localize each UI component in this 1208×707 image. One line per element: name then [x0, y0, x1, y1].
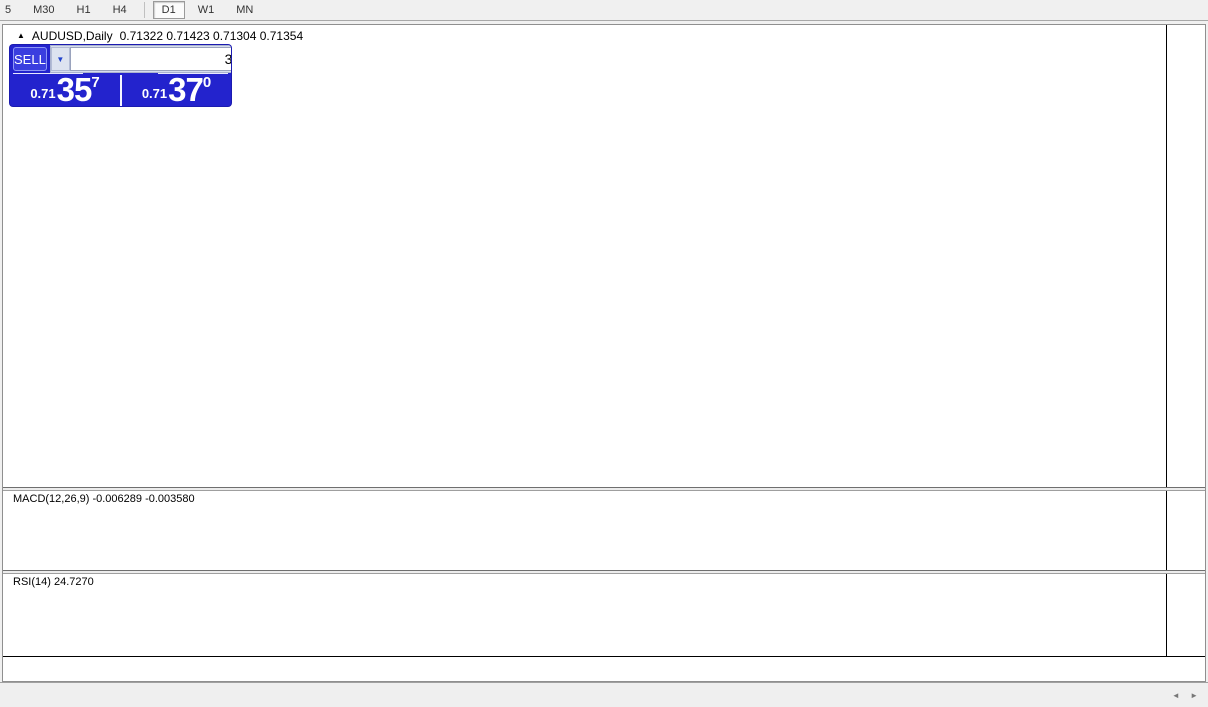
macd-pane-splitter[interactable] [3, 487, 1205, 491]
chart-ohlc-values: 0.71322 0.71423 0.71304 0.71354 [119, 29, 304, 43]
price-axis-border [1166, 25, 1167, 656]
timeframe-button-m30[interactable]: M30 [24, 1, 63, 19]
timeframe-button-mn[interactable]: MN [227, 1, 262, 19]
collapse-arrow-icon[interactable]: ▲ [17, 31, 25, 40]
chart-tab-bar: ◄ ► [0, 682, 1208, 707]
timeframe-button-w1[interactable]: W1 [189, 1, 224, 19]
sell-price-pip: 7 [91, 74, 100, 91]
tab-scroll-arrows: ◄ ► [1172, 691, 1202, 700]
trading-platform-window: 5 M30 H1 H4 D1 W1 MN ▲ AUDUSD,Daily 0.71322 0.… [0, 0, 1208, 707]
macd-indicator-label: MACD(12,26,9) -0.006289 -0.003580 [13, 493, 195, 505]
sell-button[interactable]: SELL [13, 47, 47, 71]
rsi-indicator-label: RSI(14) 24.7270 [13, 576, 94, 588]
rsi-indicator-pane[interactable] [3, 574, 1166, 656]
timeframe-button-d1[interactable]: D1 [152, 1, 185, 19]
timeframe-button-h4[interactable]: H4 [104, 1, 136, 19]
date-axis[interactable] [3, 656, 1205, 681]
chart-window: ▲ AUDUSD,Daily 0.71322 0.71423 0.71304 0… [2, 24, 1206, 682]
volume-group: ▼ ▲ [49, 45, 231, 73]
trade-panel-top-row: SELL ▼ ▲ BUY [10, 45, 231, 73]
buy-price-pip: 0 [202, 74, 212, 91]
sell-price-big: 35 [56, 71, 93, 106]
timeframe-button-5[interactable]: 5 [2, 1, 20, 19]
buy-price-prefix: 0.71 [141, 86, 168, 101]
tab-scroll-right-icon[interactable]: ► [1190, 691, 1202, 700]
toolbar-divider [143, 2, 145, 18]
sell-price[interactable]: 0.71 35 7 [10, 71, 120, 106]
rsi-pane-splitter[interactable] [3, 570, 1205, 574]
volume-decrease-button[interactable]: ▼ [50, 47, 70, 71]
timeframe-button-h1[interactable]: H1 [68, 1, 100, 19]
sell-price-prefix: 0.71 [30, 86, 56, 101]
chart-title: ▲ AUDUSD,Daily 0.71322 0.71423 0.71304 0… [17, 29, 303, 43]
buy-price-big: 37 [168, 71, 204, 106]
buy-price[interactable]: 0.71 37 0 [122, 71, 231, 106]
volume-input[interactable] [69, 47, 231, 71]
one-click-trade-panel: SELL ▼ ▲ BUY 0.71 35 7 0.71 [10, 45, 231, 106]
chart-symbol-label: AUDUSD,Daily [31, 29, 113, 43]
tab-scroll-left-icon[interactable]: ◄ [1172, 691, 1184, 700]
chart-client-area[interactable]: ▲ AUDUSD,Daily 0.71322 0.71423 0.71304 0… [3, 25, 1205, 681]
timeframe-toolbar: 5 M30 H1 H4 D1 W1 MN [0, 0, 1208, 21]
